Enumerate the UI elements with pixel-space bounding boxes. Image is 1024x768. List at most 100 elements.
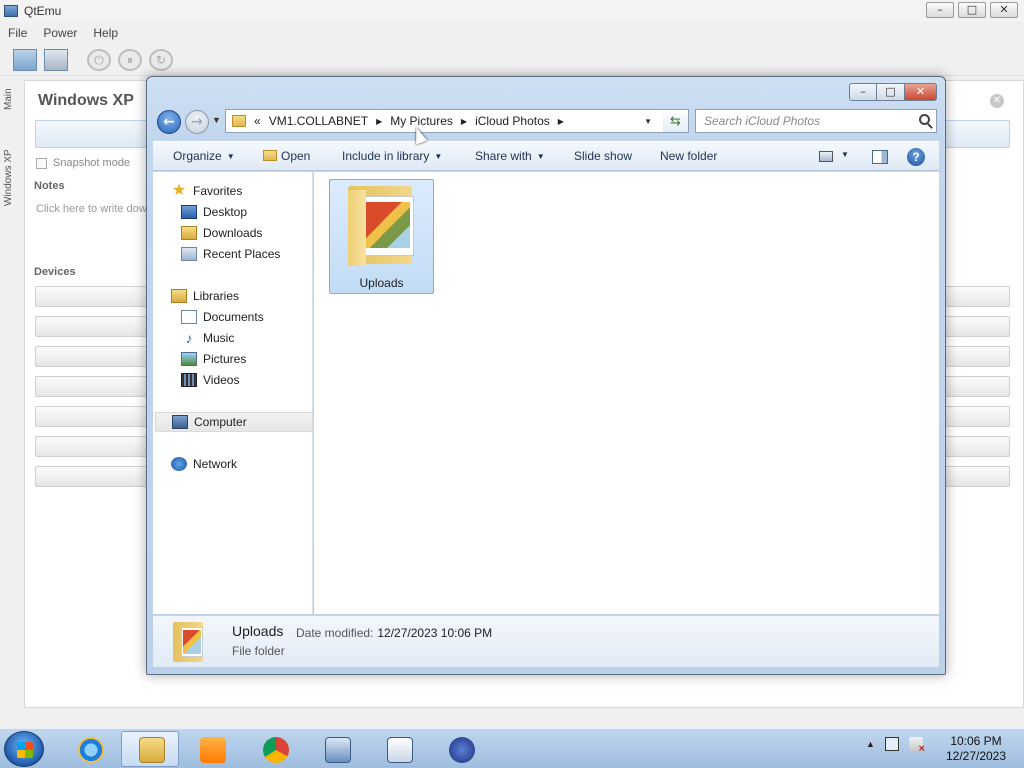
downloads-folder-icon [181, 226, 197, 240]
include-in-library-button[interactable]: Include in library ▼ [342, 149, 442, 163]
tab-main[interactable]: Main [3, 86, 21, 112]
pictures-icon [181, 352, 197, 366]
explorer-maximize-button[interactable]: □ [877, 83, 905, 101]
taskbar-virtualbox[interactable] [431, 731, 489, 767]
taskbar-remote-desktop[interactable] [307, 731, 365, 767]
share-with-button[interactable]: Share with ▼ [475, 149, 545, 163]
remote-desktop-icon [325, 737, 351, 763]
network-icon [171, 457, 187, 471]
qtemu-close-button[interactable]: ✕ [990, 2, 1018, 18]
tab-windows-xp[interactable]: Windows XP [3, 146, 21, 210]
include-in-library-label: Include in library [342, 149, 430, 163]
power-icon[interactable]: ⏻ [87, 49, 111, 71]
checkbox-icon[interactable] [36, 157, 47, 169]
help-icon[interactable]: ? [907, 148, 925, 166]
breadcrumb-arrow-icon[interactable]: ▶ [457, 117, 471, 126]
details-type: File folder [232, 644, 285, 658]
qtemu-side-tabs: Main Windows XP [0, 80, 24, 240]
libraries-icon [171, 289, 187, 303]
close-icon[interactable]: ✕ [990, 94, 1004, 108]
open-button[interactable]: Open [263, 149, 310, 163]
organize-button[interactable]: Organize ▼ [173, 149, 235, 163]
change-view-icon[interactable] [819, 151, 833, 162]
reset-icon[interactable]: ↻ [149, 49, 173, 71]
file-list: Uploads [314, 172, 939, 614]
back-button[interactable]: ← [157, 110, 181, 134]
taskbar-internet-explorer[interactable] [60, 731, 118, 767]
nav-desktop-label: Desktop [203, 205, 248, 219]
notes-field[interactable]: Click here to write dow [36, 203, 147, 215]
computer-icon [172, 415, 188, 429]
documents-icon [181, 310, 197, 324]
qtemu-maximize-button[interactable]: □ [958, 2, 986, 18]
nav-favorites[interactable]: ★ Favorites [171, 181, 329, 201]
music-icon: ♪ [185, 330, 193, 346]
explorer-minimize-button[interactable]: – [849, 83, 877, 101]
network-status-icon[interactable] [884, 737, 899, 751]
recent-pages-dropdown[interactable]: ▼ [212, 115, 221, 125]
snapshot-mode-checkbox[interactable]: Snapshot mode [36, 157, 130, 169]
clock-time: 10:06 PM [950, 734, 1002, 748]
show-hidden-icons-icon[interactable]: ▲ [866, 739, 875, 749]
breadcrumb-overflow[interactable]: « [250, 114, 265, 128]
navigation-pane: ★ Favorites Desktop Downloads Recent Plac… [153, 172, 313, 614]
menu-power[interactable]: Power [35, 26, 85, 40]
nav-libraries-label: Libraries [193, 289, 240, 303]
chevron-down-icon: ▼ [536, 152, 545, 161]
star-icon: ★ [171, 182, 187, 199]
search-input[interactable]: Search iCloud Photos [695, 109, 937, 133]
picture-folder-icon [173, 622, 205, 662]
devices-heading: Devices [34, 266, 76, 278]
preview-pane-icon[interactable] [872, 150, 888, 164]
nav-documents-label: Documents [203, 310, 264, 324]
new-folder-button[interactable]: New folder [660, 149, 717, 163]
new-vm-icon[interactable] [13, 49, 37, 71]
taskbar-document[interactable] [369, 731, 427, 767]
clock[interactable]: 10:06 PM 12/27/2023 [936, 734, 1016, 764]
search-placeholder: Search iCloud Photos [704, 114, 821, 128]
nav-videos-label: Videos [203, 373, 240, 387]
explorer-window: – □ ✕ ← → ▼ « VM1.COLLABNET ▶ My Picture… [146, 76, 946, 675]
nav-computer-label: Computer [194, 415, 247, 429]
taskbar-chrome[interactable] [245, 731, 303, 767]
nav-network[interactable]: Network [171, 454, 329, 474]
menu-help[interactable]: Help [85, 26, 126, 40]
file-item-uploads[interactable]: Uploads [329, 179, 434, 294]
nav-downloads-label: Downloads [203, 226, 263, 240]
volume-muted-icon[interactable] [908, 737, 925, 755]
start-button[interactable] [4, 731, 44, 767]
system-tray: ▲ [866, 737, 925, 755]
qtemu-minimize-button[interactable]: – [926, 2, 954, 18]
explorer-frame: – □ ✕ ← → ▼ « VM1.COLLABNET ▶ My Picture… [147, 77, 945, 674]
internet-explorer-icon [78, 737, 104, 763]
forward-button[interactable]: → [185, 110, 209, 134]
chevron-down-icon: ▼ [226, 152, 235, 161]
media-player-icon [200, 737, 226, 763]
search-icon[interactable] [919, 114, 930, 125]
breadcrumb-icloud-photos[interactable]: iCloud Photos [471, 114, 554, 128]
printer-icon[interactable] [44, 49, 68, 71]
breadcrumb-arrow-icon[interactable]: ▶ [554, 117, 568, 126]
taskbar-media-player[interactable] [182, 731, 240, 767]
pause-icon[interactable]: ⏸ [118, 49, 142, 71]
breadcrumb-arrow-icon[interactable]: ▶ [372, 117, 386, 126]
refresh-button[interactable]: ⇆ [663, 109, 689, 133]
nav-computer[interactable]: Computer [155, 412, 313, 432]
navigation-bar: ← → ▼ « VM1.COLLABNET ▶ My Pictures ▶ iC… [155, 109, 939, 135]
virtualbox-icon [449, 737, 475, 763]
nav-recent-places-label: Recent Places [203, 247, 281, 261]
menu-file[interactable]: File [0, 26, 35, 40]
explorer-close-button[interactable]: ✕ [905, 83, 937, 101]
address-bar[interactable]: « VM1.COLLABNET ▶ My Pictures ▶ iCloud P… [225, 109, 689, 133]
slide-show-button[interactable]: Slide show [574, 149, 632, 163]
windows-explorer-icon [139, 737, 165, 763]
address-dropdown-icon[interactable]: ▼ [644, 117, 652, 126]
view-options-chevron-icon[interactable]: ▼ [841, 150, 849, 159]
taskbar-windows-explorer[interactable] [121, 731, 179, 767]
breadcrumb-vm1-collabnet[interactable]: VM1.COLLABNET [265, 114, 372, 128]
qtemu-title: QtEmu [24, 4, 62, 18]
vm-name-heading: Windows XP [38, 92, 134, 109]
organize-label: Organize [173, 149, 222, 163]
nav-libraries[interactable]: Libraries [171, 286, 329, 306]
taskbar: ▲ 10:06 PM 12/27/2023 [0, 728, 1024, 768]
